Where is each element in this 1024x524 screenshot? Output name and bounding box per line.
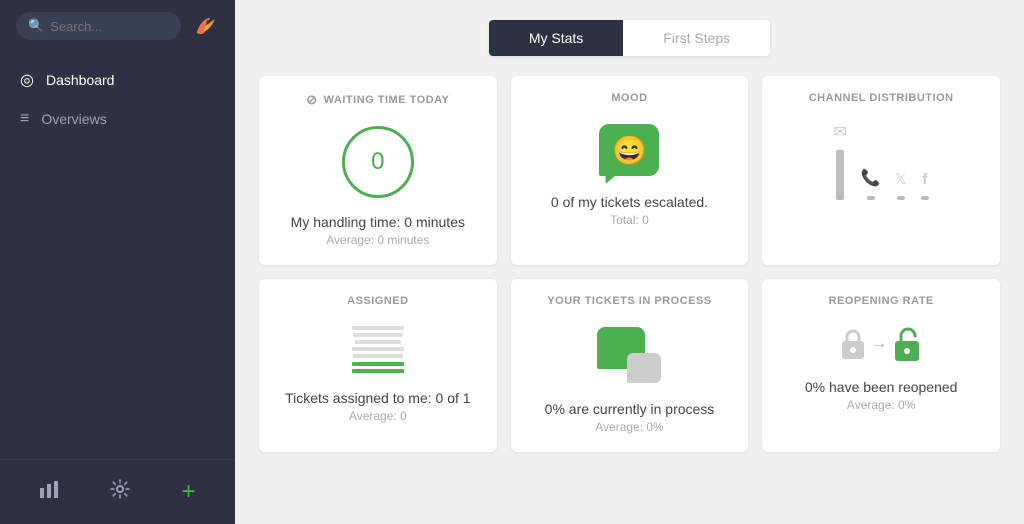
tabs-container: My Stats First Steps [489,20,770,56]
sidebar-header: 🔍 [0,0,235,52]
lock-closed-icon [839,327,867,361]
bubble-second [627,353,661,383]
waiting-time-icon: ⊘ [306,92,317,108]
waiting-time-main: My handling time: 0 minutes [291,214,465,230]
phone-icon: 📞 [861,168,881,188]
cards-grid: ⊘ WAITING TIME TODAY 0 My handling time:… [259,76,1000,452]
stats-button[interactable] [31,476,67,508]
search-input[interactable] [50,19,169,34]
twitter-icon: 𝕏 [895,170,907,188]
search-icon: 🔍 [28,18,44,34]
gear-icon [110,479,130,499]
tickets-process-main: 0% are currently in process [545,401,715,417]
search-bar[interactable]: 🔍 [16,12,181,40]
reopening-sub: Average: 0% [847,398,916,412]
email-bar [836,150,844,200]
stack-line [352,347,404,351]
card-reopening-title: REOPENING RATE [829,295,934,307]
card-tickets-in-process: YOUR TICKETS IN PROCESS 0% are currently… [511,279,749,452]
card-waiting-time-title: ⊘ WAITING TIME TODAY [306,92,449,108]
stack-line [352,326,404,330]
tab-my-stats[interactable]: My Stats [489,20,623,56]
sidebar-item-dashboard[interactable]: ◎ Dashboard [0,60,235,100]
card-channel-title: CHANNEL DISTRIBUTION [809,92,954,104]
locks-container: → [839,325,923,363]
card-reopening-rate: REOPENING RATE → 0% have been reopened [762,279,1000,452]
lock-open-icon [891,325,923,363]
main-content: My Stats First Steps ⊘ WAITING TIME TODA… [235,0,1024,524]
assigned-sub: Average: 0 [349,409,407,423]
bar-chart-icon [39,480,59,498]
channel-icons: ✉ 📞 𝕏 f [833,122,928,200]
mood-sub: Total: 0 [610,213,649,227]
reopening-main: 0% have been reopened [805,379,958,395]
card-channel-distribution: CHANNEL DISTRIBUTION ✉ 📞 𝕏 f [762,76,1000,265]
facebook-icon: f [922,171,927,188]
card-mood: MOOD 😄 0 of my tickets escalated. Total:… [511,76,749,265]
sidebar-nav: ◎ Dashboard ≡ Overviews [0,52,235,459]
dashboard-icon: ◎ [20,70,34,90]
card-assigned-title: ASSIGNED [347,295,408,307]
sidebar: 🔍 ◎ Dashboard ≡ Overviews [0,0,235,524]
stack-line [353,354,403,358]
facebook-bar [921,196,929,200]
card-tickets-title: YOUR TICKETS IN PROCESS [547,295,711,307]
sidebar-item-label: Dashboard [46,72,115,88]
tickets-process-sub: Average: 0% [595,420,664,434]
process-bubbles [597,327,661,383]
assigned-main: Tickets assigned to me: 0 of 1 [285,390,470,406]
stack-line-green [352,362,404,366]
timer-circle: 0 [342,126,414,198]
settings-button[interactable] [102,475,138,509]
twitter-bar [897,196,905,200]
phone-bar [867,196,875,200]
channel-facebook: f [921,171,929,200]
channel-email: ✉ [833,122,846,200]
card-waiting-time: ⊘ WAITING TIME TODAY 0 My handling time:… [259,76,497,265]
stack-line [353,333,403,337]
add-button[interactable]: + [173,474,203,510]
tab-first-steps[interactable]: First Steps [623,20,770,56]
sidebar-item-overviews[interactable]: ≡ Overviews [0,100,235,138]
waiting-time-sub: Average: 0 minutes [326,233,429,247]
card-assigned: ASSIGNED Tickets assigned to me: 0 of 1 … [259,279,497,452]
channel-phone: 📞 [861,168,881,200]
brand-logo [191,12,219,40]
arrow-icon: → [871,335,887,353]
sidebar-footer: + [0,459,235,524]
card-mood-title: MOOD [611,92,647,104]
overviews-icon: ≡ [20,110,29,128]
channel-twitter: 𝕏 [895,170,907,200]
smiley-icon: 😄 [612,134,647,167]
email-icon: ✉ [833,122,846,142]
stack-line [355,340,401,344]
sidebar-item-label: Overviews [41,111,106,127]
mood-bubble: 😄 [599,124,659,176]
stack-line-green [352,369,404,373]
mood-main: 0 of my tickets escalated. [551,194,708,210]
stack-icon [352,325,404,374]
